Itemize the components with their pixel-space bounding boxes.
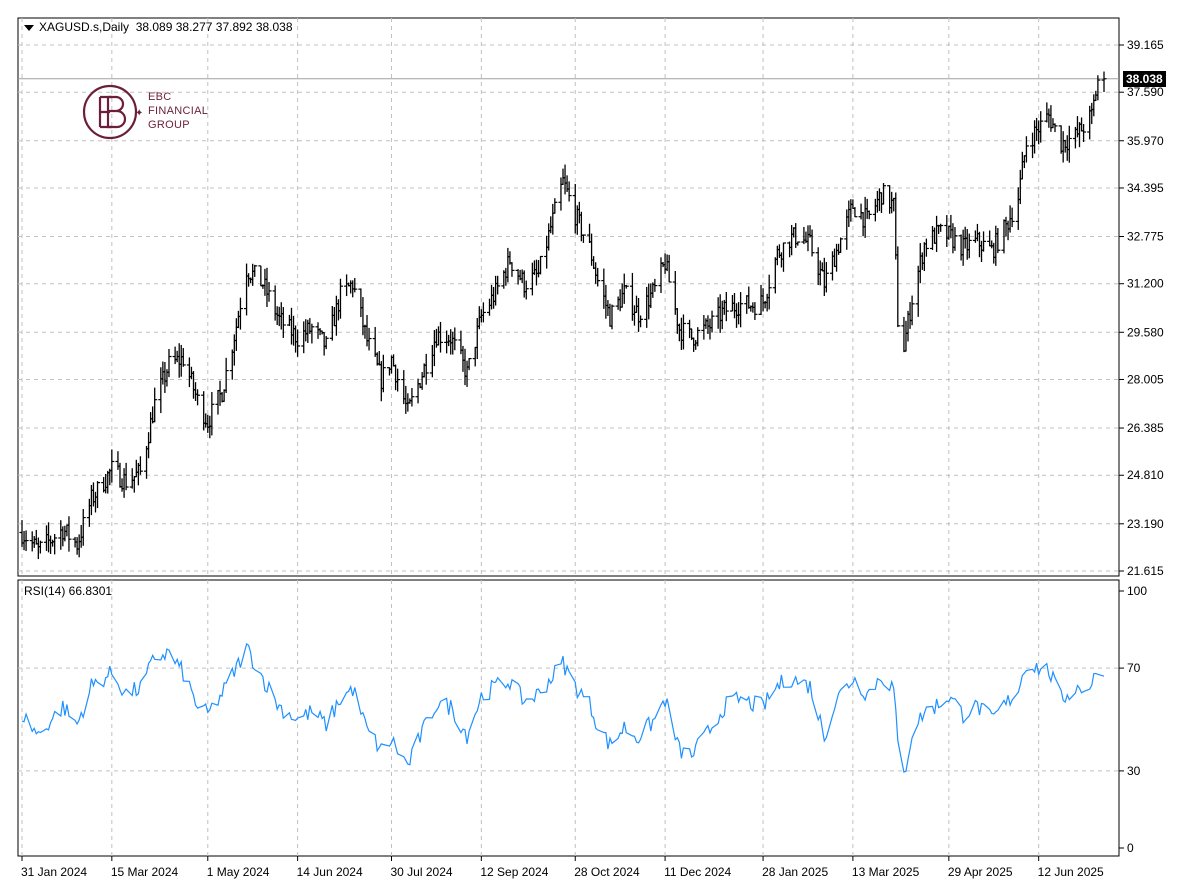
price-tick-label: 31.200 — [1127, 277, 1164, 291]
date-tick-label: 30 Jul 2024 — [391, 865, 453, 879]
symbol-label: XAGUSD.s,Daily — [39, 20, 130, 34]
date-tick-label: 13 Mar 2025 — [852, 865, 920, 879]
ebc-logo-icon: ✦ — [82, 84, 143, 140]
date-tick-label: 1 May 2024 — [207, 865, 270, 879]
price-tick-label: 35.970 — [1127, 134, 1164, 148]
price-tick-label: 39.165 — [1127, 38, 1164, 52]
ebc-logo: ✦ EBC FINANCIAL GROUP — [82, 84, 242, 140]
last-price-label: 38.038 — [1123, 70, 1166, 87]
rsi-tick-label: 70 — [1127, 661, 1141, 675]
svg-text:✦: ✦ — [135, 108, 142, 119]
date-tick-label: 28 Oct 2024 — [574, 865, 640, 879]
rsi-tick-label: 30 — [1127, 764, 1141, 778]
date-tick-label: 15 Mar 2024 — [111, 865, 179, 879]
price-tick-label: 21.615 — [1127, 564, 1164, 578]
date-tick-label: 12 Jun 2025 — [1038, 865, 1104, 879]
rsi-panel-frame — [17, 579, 1120, 857]
logo-line-2: FINANCIAL — [148, 105, 209, 117]
price-tick-label: 28.005 — [1127, 372, 1164, 386]
ohlc-values: 38.089 38.277 37.892 38.038 — [135, 20, 293, 34]
price-tick-label: 37.590 — [1127, 85, 1164, 99]
logo-line-3: GROUP — [148, 119, 190, 131]
price-tick-label: 23.190 — [1127, 517, 1164, 531]
date-tick-label: 11 Dec 2024 — [664, 865, 731, 879]
rsi-tick-label: 0 — [1127, 841, 1134, 855]
date-tick-label: 29 Apr 2025 — [948, 865, 1013, 879]
price-tick-label: 29.580 — [1127, 325, 1164, 339]
price-tick-label: 26.385 — [1127, 421, 1164, 435]
price-tick-label: 34.395 — [1127, 181, 1164, 195]
date-tick-label: 28 Jan 2025 — [762, 865, 828, 879]
rsi-header: RSI(14) 66.8301 — [24, 584, 113, 598]
rsi-tick-label: 100 — [1127, 584, 1147, 598]
logo-line-1: EBC — [148, 91, 172, 103]
date-tick-label: 12 Sep 2024 — [480, 865, 548, 879]
date-tick-label: 31 Jan 2024 — [21, 865, 87, 879]
chart-header: XAGUSD.s,Daily 38.089 38.277 37.892 38.0… — [24, 20, 293, 34]
price-tick-label: 24.810 — [1127, 468, 1164, 482]
chevron-down-icon[interactable] — [24, 24, 34, 31]
date-tick-label: 14 Jun 2024 — [297, 865, 363, 879]
logo-text: EBC FINANCIAL GROUP — [148, 90, 208, 132]
price-tick-label: 32.775 — [1127, 230, 1164, 244]
